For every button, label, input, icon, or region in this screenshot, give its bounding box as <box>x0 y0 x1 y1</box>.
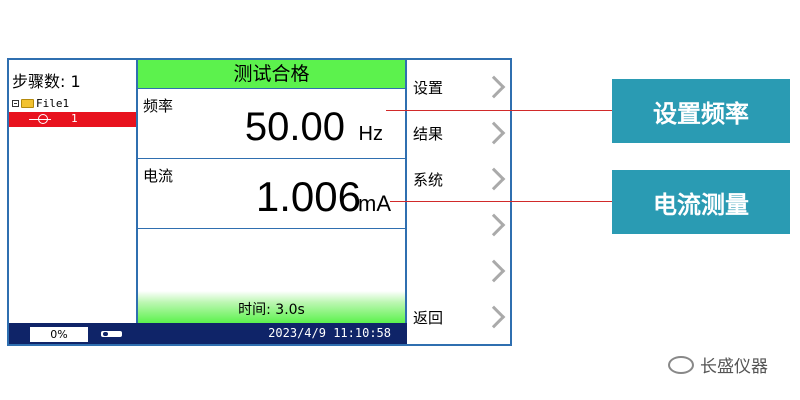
tree-file-node[interactable]: File1 <box>12 97 69 110</box>
frequency-value: 50.00 <box>244 105 345 149</box>
current-label: 电流 <box>143 167 174 185</box>
test-status: 测试合格 <box>138 60 405 89</box>
chevron-right-icon <box>482 121 506 145</box>
current-unit: mA <box>358 191 391 216</box>
tree-step-item[interactable]: 1 <box>9 112 136 127</box>
chevron-right-icon <box>482 75 506 99</box>
menu-settings-label: 设置 <box>413 79 444 97</box>
current-value: 1.006 <box>255 173 361 220</box>
step-count-label: 步骤数: <box>12 72 66 91</box>
menu-back-label: 返回 <box>413 309 444 327</box>
tree-step-label: 1 <box>71 112 78 125</box>
collapse-icon[interactable] <box>12 100 19 107</box>
frequency-unit: Hz <box>358 123 383 145</box>
callout-set-frequency: 设置频率 <box>612 79 790 143</box>
test-time: 时间: 3.0s <box>138 291 405 323</box>
chevron-right-icon <box>482 213 506 237</box>
instrument-screen: 步骤数: 1 File1 1 测试合格 频率 50.00 Hz 电流 1.006… <box>7 58 512 346</box>
current-readout: 电流 1.006 mA <box>138 159 405 229</box>
menu-results-label: 结果 <box>413 125 444 143</box>
step-count: 步骤数: 1 <box>12 68 81 92</box>
menu-back[interactable]: 返回 <box>407 295 510 341</box>
battery-icon <box>101 331 122 337</box>
status-bar: 0% 2023/4/9 11:10:58 <box>9 323 407 344</box>
watermark-text: 长盛仪器 <box>700 357 768 377</box>
menu-empty-2[interactable] <box>407 249 510 295</box>
datetime: 2023/4/9 11:10:58 <box>268 326 391 340</box>
folder-icon <box>21 99 34 108</box>
tree-file-label: File1 <box>36 97 70 110</box>
menu-settings[interactable]: 设置 <box>407 65 510 111</box>
watermark: 长盛仪器 <box>668 352 768 377</box>
wechat-icon <box>668 355 694 374</box>
step-node-icon <box>29 114 51 124</box>
callout-current-measurement: 电流测量 <box>612 170 790 234</box>
chevron-right-icon <box>482 167 506 191</box>
menu-system-label: 系统 <box>413 171 444 189</box>
soft-key-menu: 设置 结果 系统 返回 <box>407 60 510 344</box>
chevron-right-icon <box>482 305 506 329</box>
menu-system[interactable]: 系统 <box>407 157 510 203</box>
menu-results[interactable]: 结果 <box>407 111 510 157</box>
step-count-value: 1 <box>70 72 81 91</box>
chevron-right-icon <box>482 259 506 283</box>
menu-empty-1[interactable] <box>407 203 510 249</box>
frequency-label: 频率 <box>143 97 174 115</box>
step-panel: 步骤数: 1 File1 1 <box>9 60 138 323</box>
callout-line-1 <box>386 110 612 111</box>
callout-line-2 <box>390 201 612 202</box>
measurement-panel: 测试合格 频率 50.00 Hz 电流 1.006 mA 时间: 3.0s <box>136 60 407 323</box>
progress-percent: 0% <box>30 327 88 342</box>
frequency-readout: 频率 50.00 Hz <box>138 89 405 159</box>
